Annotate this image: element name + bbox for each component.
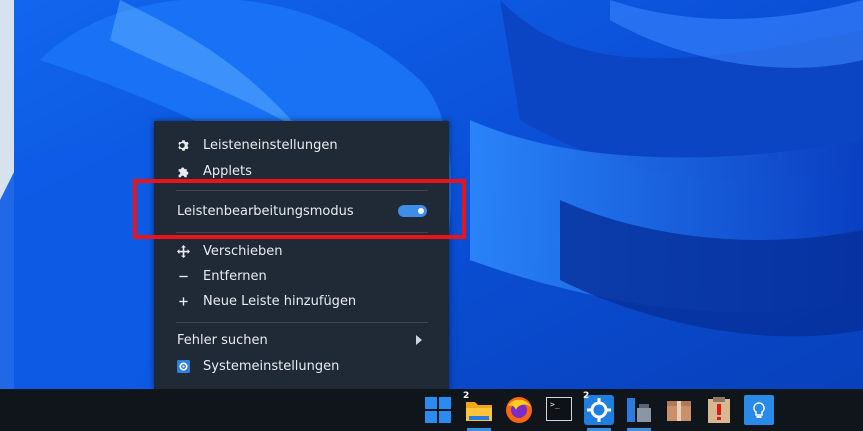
taskbar-app-update[interactable] — [700, 389, 738, 431]
menu-item-label: Systemeinstellungen — [203, 358, 340, 374]
menu-item-label: Verschieben — [203, 243, 283, 259]
taskbar: 2 >_ 2 — [0, 389, 863, 431]
terminal-icon: >_ — [546, 397, 572, 421]
archive-manager-icon — [667, 401, 691, 421]
panel-context-menu: Leisteneinstellungen Applets Leistenbear… — [154, 121, 449, 389]
chevron-right-icon — [416, 335, 422, 345]
badge-count: 2 — [583, 391, 590, 401]
puzzle-icon — [176, 164, 190, 178]
file-manager-icon — [466, 402, 492, 421]
taskbar-app-archive[interactable] — [660, 389, 698, 431]
menu-item-label: Leisteneinstellungen — [203, 137, 338, 153]
menu-item-fehler-suchen[interactable]: Fehler suchen — [154, 328, 449, 352]
taskbar-app-firefox[interactable] — [500, 389, 538, 431]
light-bulb-icon — [744, 395, 774, 425]
minus-icon — [176, 269, 190, 283]
badge-count: 2 — [463, 391, 470, 401]
update-manager-icon — [708, 397, 730, 423]
start-menu-icon — [425, 397, 451, 423]
taskbar-app-start[interactable] — [419, 389, 457, 431]
gear-icon — [176, 138, 190, 152]
taskbar-app-settings[interactable]: 2 — [580, 389, 618, 431]
software-manager-icon — [627, 398, 651, 422]
menu-item-systemeinstellungen[interactable]: Systemeinstellungen — [154, 354, 449, 378]
taskbar-app-terminal[interactable]: >_ — [541, 389, 579, 431]
settings-app-icon — [176, 359, 190, 373]
menu-item-label: Applets — [203, 163, 252, 179]
taskbar-app-redshift[interactable] — [740, 389, 778, 431]
menu-item-label: Neue Leiste hinzufügen — [203, 293, 357, 309]
menu-item-verschieben[interactable]: Verschieben — [154, 239, 449, 263]
highlight-box — [133, 179, 466, 239]
menu-item-label: Fehler suchen — [177, 332, 268, 348]
menu-item-entfernen[interactable]: Entfernen — [154, 264, 449, 288]
menu-separator — [176, 322, 428, 323]
plus-icon — [176, 294, 190, 308]
taskbar-app-software[interactable] — [620, 389, 658, 431]
menu-item-leisteneinstellungen[interactable]: Leisteneinstellungen — [154, 133, 449, 157]
move-icon — [176, 244, 190, 258]
menu-item-label: Entfernen — [203, 268, 267, 284]
taskbar-app-files[interactable]: 2 — [460, 389, 498, 431]
terminal-glyph: >_ — [550, 400, 560, 409]
firefox-icon — [506, 397, 532, 423]
menu-item-neue-leiste[interactable]: Neue Leiste hinzufügen — [154, 289, 449, 313]
